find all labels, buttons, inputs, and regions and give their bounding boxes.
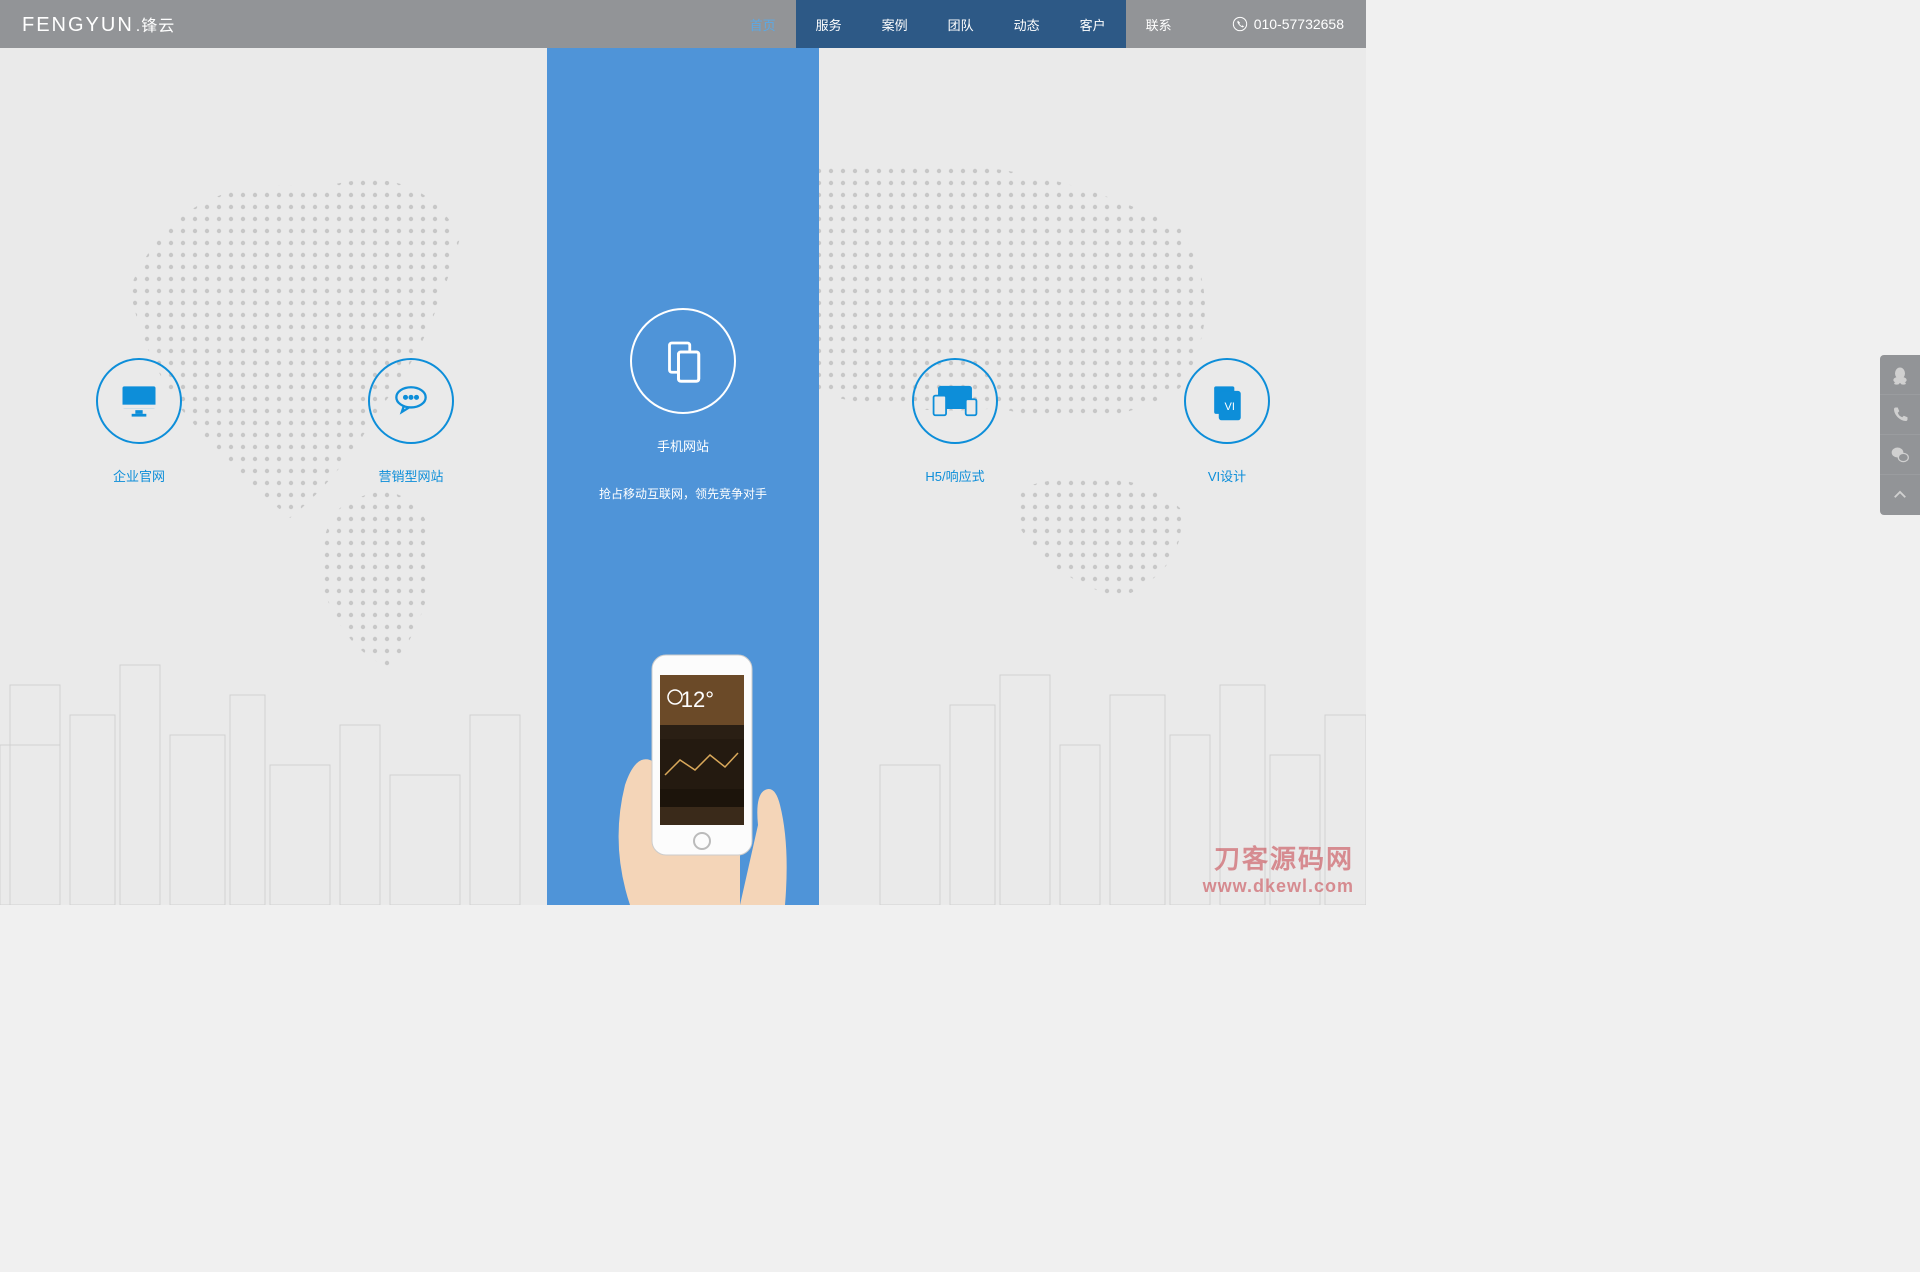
wechat-icon	[1890, 445, 1910, 465]
header-phone: 010-57732658	[1232, 16, 1344, 32]
nav-news[interactable]: 动态	[994, 0, 1060, 48]
service-icon-circle	[912, 358, 998, 444]
nav-team[interactable]: 团队	[928, 0, 994, 48]
service-marketing[interactable]: 营销型网站	[275, 358, 547, 502]
watermark-title: 刀客源码网	[1203, 839, 1354, 876]
mobile-icon	[656, 334, 710, 388]
service-vi[interactable]: VI VI设计	[1091, 358, 1363, 502]
service-subtitle: 抢占移动互联网，领先竞争对手	[599, 485, 767, 502]
hero: 企业官网 营销型网站 手机网站 抢占移动互联网，领先竞争对手 H5/响应式 VI	[0, 48, 1366, 905]
chat-icon	[389, 379, 433, 423]
qq-icon	[1890, 365, 1910, 385]
service-label: H5/响应式	[925, 466, 984, 485]
nav-services[interactable]: 服务	[796, 0, 862, 48]
side-toolbar	[1880, 355, 1920, 515]
phone-icon	[1232, 16, 1248, 32]
service-responsive[interactable]: H5/响应式	[819, 358, 1091, 502]
service-icon-circle	[96, 358, 182, 444]
logo-text-cn: .锋云	[136, 18, 175, 35]
side-tool-wechat[interactable]	[1880, 435, 1920, 475]
service-icon-circle: VI	[1184, 358, 1270, 444]
header: FENGYUN.锋云 首页 服务 案例 团队 动态 客户 联系 010-5773…	[0, 0, 1366, 48]
phone-hand-image: 12°	[590, 645, 810, 905]
logo[interactable]: FENGYUN.锋云	[22, 12, 175, 37]
service-label: VI设计	[1208, 466, 1246, 485]
service-icon-circle	[368, 358, 454, 444]
side-tool-top[interactable]	[1880, 475, 1920, 515]
side-tool-phone[interactable]	[1880, 395, 1920, 435]
vi-icon: VI	[1205, 379, 1249, 423]
nav-contact[interactable]: 联系	[1126, 0, 1192, 48]
service-corporate[interactable]: 企业官网	[3, 358, 275, 502]
watermark-url: www.dkewl.com	[1203, 876, 1354, 897]
svg-text:12°: 12°	[681, 687, 714, 712]
service-label: 手机网站	[657, 436, 709, 455]
service-mobile[interactable]: 手机网站 抢占移动互联网，领先竞争对手	[547, 358, 819, 502]
logo-text-en: FENGYUN	[22, 14, 134, 36]
side-tool-qq[interactable]	[1880, 355, 1920, 395]
nav-cases[interactable]: 案例	[862, 0, 928, 48]
responsive-icon	[930, 379, 980, 423]
phone-number: 010-57732658	[1254, 16, 1344, 32]
services-row: 企业官网 营销型网站 手机网站 抢占移动互联网，领先竞争对手 H5/响应式 VI	[0, 358, 1366, 502]
service-icon-circle	[630, 308, 736, 414]
nav: 首页 服务 案例 团队 动态 客户 联系	[730, 0, 1192, 48]
nav-clients[interactable]: 客户	[1060, 0, 1126, 48]
nav-home[interactable]: 首页	[730, 0, 796, 48]
service-label: 营销型网站	[378, 466, 443, 485]
phone-icon	[1891, 406, 1909, 424]
service-label: 企业官网	[113, 466, 165, 485]
watermark: 刀客源码网 www.dkewl.com	[1203, 839, 1354, 897]
top-icon	[1891, 486, 1909, 504]
svg-text:VI: VI	[1225, 401, 1235, 413]
monitor-icon	[117, 379, 161, 423]
